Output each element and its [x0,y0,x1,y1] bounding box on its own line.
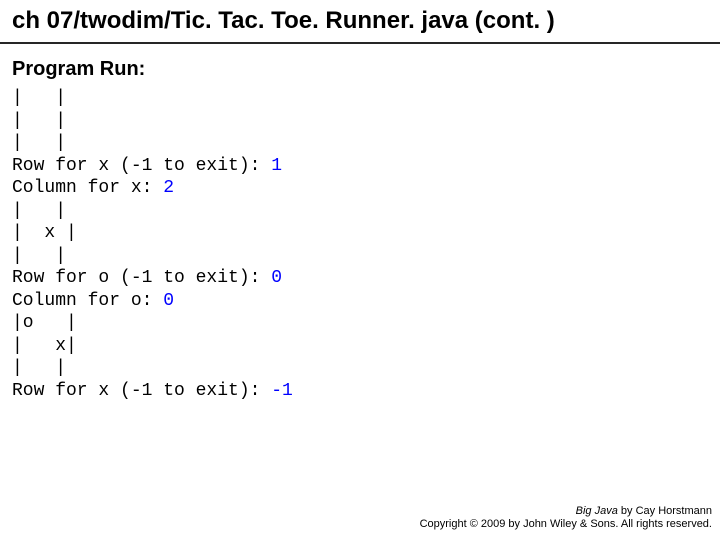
output-text: | x | [12,223,77,243]
code-line: | x | [12,222,708,245]
title-block: ch 07/twodim/Tic. Tac. Toe. Runner. java… [0,0,720,44]
slide-subtitle: Program Run: [0,44,720,87]
output-text: | | [12,133,66,153]
code-line: | | [12,200,708,223]
code-line: | | [12,245,708,268]
user-input: 1 [271,156,282,176]
output-text: | | [12,111,66,131]
code-line: Column for x: 2 [12,177,708,200]
output-text: | x| [12,336,77,356]
output-text: | | [12,201,66,221]
code-line: | | [12,110,708,133]
output-text: Row for x (-1 to exit): [12,156,271,176]
footer: Big Java by Cay Horstmann Copyright © 20… [420,505,712,533]
code-line: | | [12,357,708,380]
copyright: Copyright © 2009 by John Wiley & Sons. A… [420,518,712,532]
output-text: Column for x: [12,178,163,198]
slide: ch 07/twodim/Tic. Tac. Toe. Runner. java… [0,0,720,540]
output-text: | | [12,88,66,108]
output-text: |o | [12,313,77,333]
code-line: | x| [12,335,708,358]
code-line: | | [12,132,708,155]
output-text: | | [12,246,66,266]
output-text: | | [12,358,66,378]
footer-credit-line: Big Java by Cay Horstmann [420,505,712,519]
user-input: -1 [271,381,293,401]
code-line: Row for o (-1 to exit): 0 [12,267,708,290]
code-line: Row for x (-1 to exit): -1 [12,380,708,403]
code-line: | | [12,87,708,110]
program-output: | || || |Row for x (-1 to exit): 1Column… [0,87,720,402]
slide-title: ch 07/twodim/Tic. Tac. Toe. Runner. java… [0,6,720,38]
output-text: Row for o (-1 to exit): [12,268,271,288]
book-title: Big Java [576,505,618,517]
code-line: Column for o: 0 [12,290,708,313]
code-line: |o | [12,312,708,335]
user-input: 2 [163,178,174,198]
output-text: Column for o: [12,291,163,311]
user-input: 0 [163,291,174,311]
author: by Cay Horstmann [618,505,712,517]
code-line: Row for x (-1 to exit): 1 [12,155,708,178]
user-input: 0 [271,268,282,288]
output-text: Row for x (-1 to exit): [12,381,271,401]
